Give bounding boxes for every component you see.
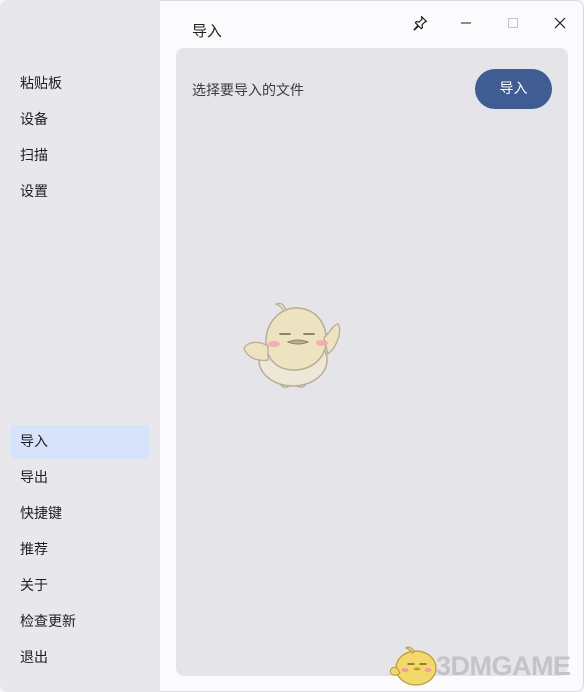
sidebar-item-exit[interactable]: 退出 xyxy=(10,641,150,675)
maximize-icon xyxy=(508,18,518,28)
sidebar-item-shortcuts[interactable]: 快捷键 xyxy=(10,497,150,531)
minimize-button[interactable] xyxy=(451,10,481,36)
sidebar-item-about[interactable]: 关于 xyxy=(10,569,150,603)
sidebar-item-check-update[interactable]: 检查更新 xyxy=(10,605,150,639)
close-icon xyxy=(554,17,566,29)
maximize-button[interactable] xyxy=(498,10,528,36)
sidebar-item-export[interactable]: 导出 xyxy=(10,461,150,495)
import-prompt: 选择要导入的文件 xyxy=(192,83,304,99)
app-window: 粘贴板 设备 扫描 设置 导入 导出 快捷键 推荐 关于 检查更新 退出 导入 … xyxy=(0,0,584,692)
import-panel: 选择要导入的文件 导入 xyxy=(176,48,568,676)
close-button[interactable] xyxy=(545,10,575,36)
sidebar-item-devices[interactable]: 设备 xyxy=(10,103,150,137)
watermark-mascot-icon xyxy=(389,646,437,686)
watermark-text: 3DMGAME xyxy=(436,651,571,681)
pin-icon xyxy=(413,15,428,31)
sidebar-item-clipboard[interactable]: 粘贴板 xyxy=(10,67,150,101)
sidebar-item-settings[interactable]: 设置 xyxy=(10,175,150,209)
sidebar: 粘贴板 设备 扫描 设置 导入 导出 快捷键 推荐 关于 检查更新 退出 xyxy=(0,0,160,692)
pin-button[interactable] xyxy=(405,10,435,36)
sidebar-item-scan[interactable]: 扫描 xyxy=(10,139,150,173)
minimize-icon xyxy=(461,22,471,24)
sidebar-item-import[interactable]: 导入 xyxy=(10,425,150,459)
sidebar-item-recommend[interactable]: 推荐 xyxy=(10,533,150,567)
mascot-illustration xyxy=(243,302,341,388)
watermark: 3DMGAME xyxy=(388,638,584,692)
import-button[interactable]: 导入 xyxy=(475,69,552,109)
page-title: 导入 xyxy=(192,22,223,40)
